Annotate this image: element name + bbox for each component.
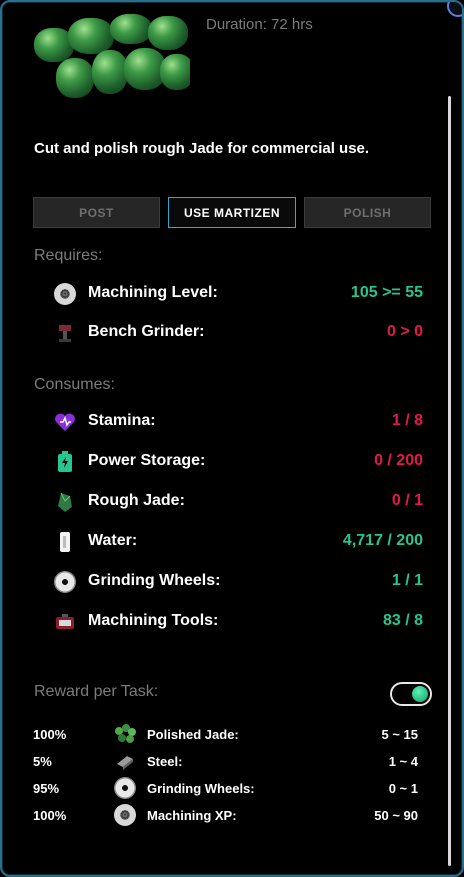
machining-gear-icon: ⚙ — [53, 282, 77, 306]
consume-label: Power Storage: — [88, 452, 206, 469]
polished-jade-icon — [113, 723, 137, 745]
reward-range: 0 ~ 1 — [388, 781, 418, 796]
consume-value: 83 / 8 — [382, 612, 423, 629]
reward-range: 50 ~ 90 — [374, 808, 418, 823]
reward-row: 5% Steel: 1 ~ 4 — [2, 750, 462, 772]
requirement-row: Bench Grinder: 0 > 0 — [2, 320, 462, 346]
reward-range: 1 ~ 4 — [388, 754, 418, 769]
reward-heading: Reward per Task: — [34, 683, 159, 700]
consumes-heading: Consumes: — [34, 376, 115, 393]
reward-range: 5 ~ 15 — [381, 727, 418, 742]
jade-image — [30, 14, 190, 100]
requires-heading: Requires: — [34, 247, 103, 264]
grinding-wheel-icon — [113, 777, 137, 799]
reward-row: 100% Polished Jade: 5 ~ 15 — [2, 723, 462, 745]
reward-label: Grinding Wheels: — [147, 781, 255, 796]
consume-label: Machining Tools: — [88, 612, 219, 629]
reward-label: Machining XP: — [147, 808, 237, 823]
consume-label: Grinding Wheels: — [88, 572, 221, 589]
task-description: Cut and polish rough Jade for commercial… — [34, 140, 370, 157]
steel-icon — [113, 750, 137, 772]
consume-row: Power Storage: 0 / 200 — [2, 449, 462, 475]
reward-label: Polished Jade: — [147, 727, 239, 742]
rough-jade-icon — [53, 490, 77, 514]
consume-value: 4,717 / 200 — [342, 532, 423, 549]
grinding-wheel-icon — [53, 570, 77, 594]
requirement-label: Machining Level: — [88, 284, 218, 301]
requirement-value: 105 >= 55 — [350, 284, 423, 301]
requirement-label: Bench Grinder: — [88, 323, 205, 340]
consume-row: Grinding Wheels: 1 / 1 — [2, 569, 462, 595]
reward-row: 100% ⚙ Machining XP: 50 ~ 90 — [2, 804, 462, 826]
reward-label: Steel: — [147, 754, 183, 769]
use-martizen-button[interactable]: USE MARTIZEN — [168, 197, 296, 228]
reward-row: 95% Grinding Wheels: 0 ~ 1 — [2, 777, 462, 799]
consume-label: Water: — [88, 532, 138, 549]
consume-row: Rough Jade: 0 / 1 — [2, 489, 462, 515]
water-icon — [53, 530, 77, 554]
stamina-heart-icon — [53, 410, 77, 434]
task-panel: Duration: 72 hrs Cut and polish rough Ja… — [0, 0, 464, 877]
machining-xp-icon: ⚙ — [113, 804, 137, 826]
reward-chance: 5% — [33, 754, 52, 769]
post-button[interactable]: POST — [33, 197, 160, 228]
toggle-knob — [412, 686, 428, 702]
consume-value: 0 / 1 — [391, 492, 423, 509]
close-badge-icon[interactable] — [447, 2, 462, 17]
consume-row: Water: 4,717 / 200 — [2, 529, 462, 555]
duration-text: Duration: 72 hrs — [206, 16, 313, 33]
polish-button[interactable]: POLISH — [304, 197, 431, 228]
consume-label: Stamina: — [88, 412, 156, 429]
reward-chance: 100% — [33, 727, 67, 742]
consume-value: 1 / 8 — [391, 412, 423, 429]
requirement-row: ⚙ Machining Level: 105 >= 55 — [2, 281, 462, 307]
consume-value: 1 / 1 — [391, 572, 423, 589]
reward-chance: 95% — [33, 781, 60, 796]
machining-tools-icon — [53, 610, 77, 634]
consume-row: Stamina: 1 / 8 — [2, 409, 462, 435]
consume-label: Rough Jade: — [88, 492, 185, 509]
requirement-value: 0 > 0 — [386, 323, 423, 340]
bench-grinder-icon — [53, 321, 77, 345]
consume-row: Machining Tools: 83 / 8 — [2, 609, 462, 635]
battery-icon — [53, 450, 77, 474]
reward-chance: 100% — [33, 808, 67, 823]
reward-toggle[interactable] — [390, 682, 432, 706]
consume-value: 0 / 200 — [374, 452, 423, 469]
